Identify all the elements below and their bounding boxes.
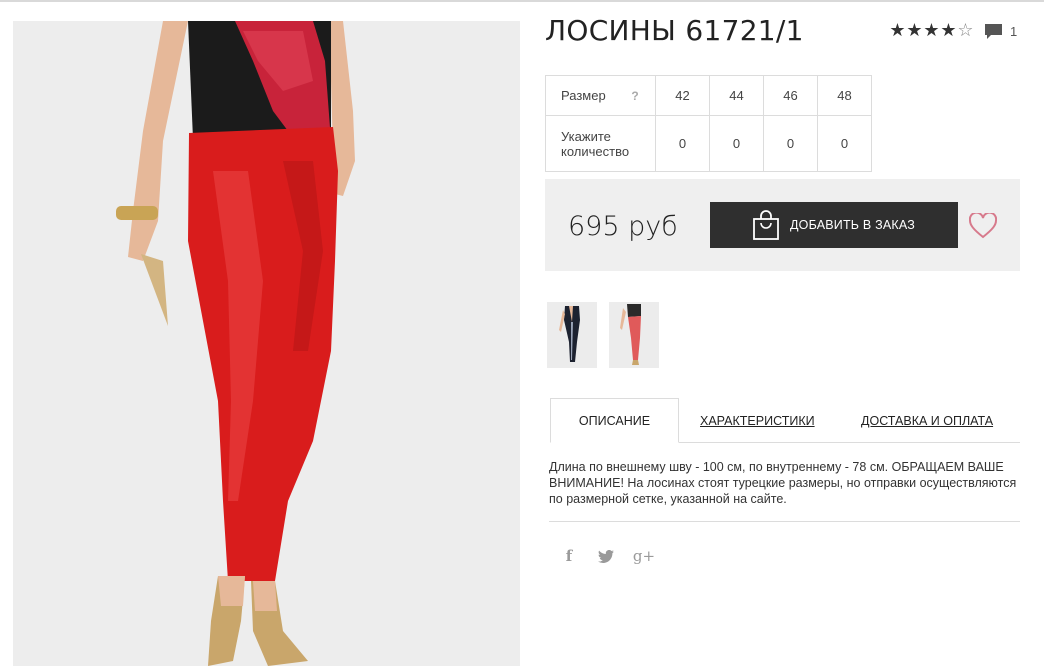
comment-count: 1 <box>1010 23 1018 39</box>
tab-delivery-payment[interactable]: ДОСТАВКА И ОПЛАТА <box>861 398 993 443</box>
star-filled-icon[interactable]: ★ <box>923 22 940 40</box>
product-title: ЛОСИНЫ 61721/1 <box>545 14 804 47</box>
price: 695 руб <box>568 211 678 242</box>
quantity-input[interactable]: 0 <box>709 115 764 172</box>
tab-description[interactable]: ОПИСАНИЕ <box>550 398 679 443</box>
favorite-heart-icon[interactable] <box>968 211 998 239</box>
product-main-image[interactable] <box>13 21 520 666</box>
star-filled-icon[interactable]: ★ <box>889 22 906 40</box>
info-tabs: ОПИСАНИЕ ХАРАКТЕРИСТИКИ ДОСТАВКА И ОПЛАТ… <box>550 398 1020 443</box>
twitter-icon[interactable] <box>595 545 617 567</box>
size-value: 44 <box>709 75 764 116</box>
size-table: Размер ? 42 44 46 48 Укажите количество … <box>545 75 872 172</box>
size-help-icon[interactable]: ? <box>631 89 638 103</box>
star-filled-icon[interactable]: ★ <box>940 22 957 40</box>
comment-icon <box>985 23 1002 39</box>
comments-link[interactable]: 1 <box>985 23 1018 39</box>
quantity-input[interactable]: 0 <box>655 115 710 172</box>
top-divider <box>0 0 1044 2</box>
rating[interactable]: ★ ★ ★ ★ ☆ 1 <box>889 22 1017 40</box>
add-to-order-button[interactable]: ДОБАВИТЬ В ЗАКАЗ <box>710 202 958 248</box>
star-filled-icon[interactable]: ★ <box>906 22 923 40</box>
google-plus-icon[interactable]: g+ <box>633 545 655 567</box>
tab-characteristics[interactable]: ХАРАКТЕРИСТИКИ <box>700 398 815 443</box>
quantity-label-line1: Укажите <box>561 128 611 144</box>
size-value: 46 <box>763 75 818 116</box>
shopping-bag-icon <box>752 210 780 240</box>
add-to-order-label: ДОБАВИТЬ В ЗАКАЗ <box>790 218 916 232</box>
size-label: Размер <box>561 88 606 103</box>
quantity-input[interactable]: 0 <box>763 115 818 172</box>
facebook-icon[interactable]: f <box>558 545 580 567</box>
size-value: 42 <box>655 75 710 116</box>
star-empty-icon[interactable]: ☆ <box>957 22 974 40</box>
product-description: Длина по внешнему шву - 100 см, по внутр… <box>549 460 1017 506</box>
size-row: Размер ? 42 44 46 48 <box>545 75 872 116</box>
quantity-label-line2: количество <box>561 143 630 159</box>
size-label-cell: Размер ? <box>545 75 656 116</box>
size-value: 48 <box>817 75 872 116</box>
quantity-row: Укажите количество 0 0 0 0 <box>545 115 872 172</box>
quantity-label: Укажите количество <box>545 115 656 172</box>
thumbnail-image[interactable] <box>609 302 659 368</box>
quantity-input[interactable]: 0 <box>817 115 872 172</box>
thumbnail-image[interactable] <box>547 302 597 368</box>
price-box: 695 руб ДОБАВИТЬ В ЗАКАЗ <box>545 179 1020 271</box>
divider <box>549 521 1020 522</box>
